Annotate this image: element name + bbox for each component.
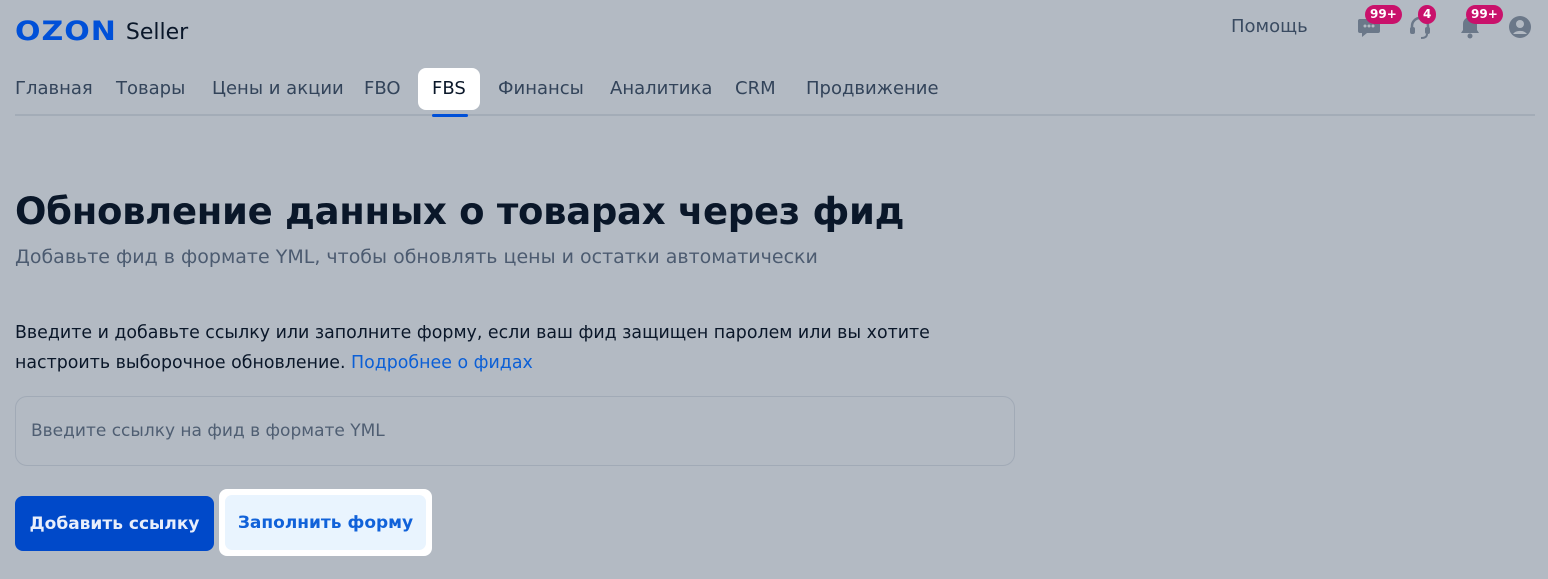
tab-fbo[interactable]: FBO <box>364 68 401 110</box>
profile-button[interactable] <box>1507 14 1535 42</box>
add-link-button[interactable]: Добавить ссылку <box>15 496 214 551</box>
feed-docs-link[interactable]: Подробнее о фидах <box>351 353 533 373</box>
chat-button[interactable]: 99+ <box>1356 5 1402 42</box>
top-header: OZON Seller Помощь 99+ 4 99+ <box>15 0 1535 58</box>
feed-description: Введите и добавьте ссылку или заполните … <box>15 318 1025 378</box>
ozon-seller-logo[interactable]: OZON Seller <box>15 12 188 47</box>
logo-product: Seller <box>125 20 189 45</box>
fill-form-button[interactable]: Заполнить форму <box>225 495 426 550</box>
page: OZON Seller Помощь 99+ 4 99+ Главная Тов… <box>0 0 1548 579</box>
tab-fbs[interactable]: FBS <box>418 68 480 110</box>
tab-analitika[interactable]: Аналитика <box>610 68 712 110</box>
page-title: Обновление данных о товарах через фид <box>15 190 905 233</box>
tab-tovary[interactable]: Товары <box>116 68 185 110</box>
help-link[interactable]: Помощь <box>1231 16 1308 37</box>
fill-form-highlight: Заполнить форму <box>219 489 432 556</box>
notifications-button[interactable]: 99+ <box>1457 5 1503 42</box>
logo-brand: OZON <box>15 16 117 47</box>
tab-tseny-i-aktsii[interactable]: Цены и акции <box>212 68 344 110</box>
feed-url-input[interactable] <box>16 397 1014 465</box>
active-tab-indicator <box>432 114 468 117</box>
support-button[interactable]: 4 <box>1407 5 1437 42</box>
notifications-badge: 99+ <box>1466 5 1503 24</box>
tab-prodvizhenie[interactable]: Продвижение <box>806 68 939 110</box>
feed-url-field[interactable] <box>15 396 1015 466</box>
tab-crm[interactable]: CRM <box>735 68 776 110</box>
profile-avatar-icon <box>1507 14 1535 40</box>
page-subtitle: Добавьте фид в формате YML, чтобы обновл… <box>15 246 818 268</box>
tab-finansy[interactable]: Финансы <box>498 68 584 110</box>
main-nav: Главная Товары Цены и акции FBO FBS Фина… <box>15 68 1535 117</box>
chat-badge: 99+ <box>1365 5 1402 24</box>
tab-glavnaya[interactable]: Главная <box>15 68 93 110</box>
